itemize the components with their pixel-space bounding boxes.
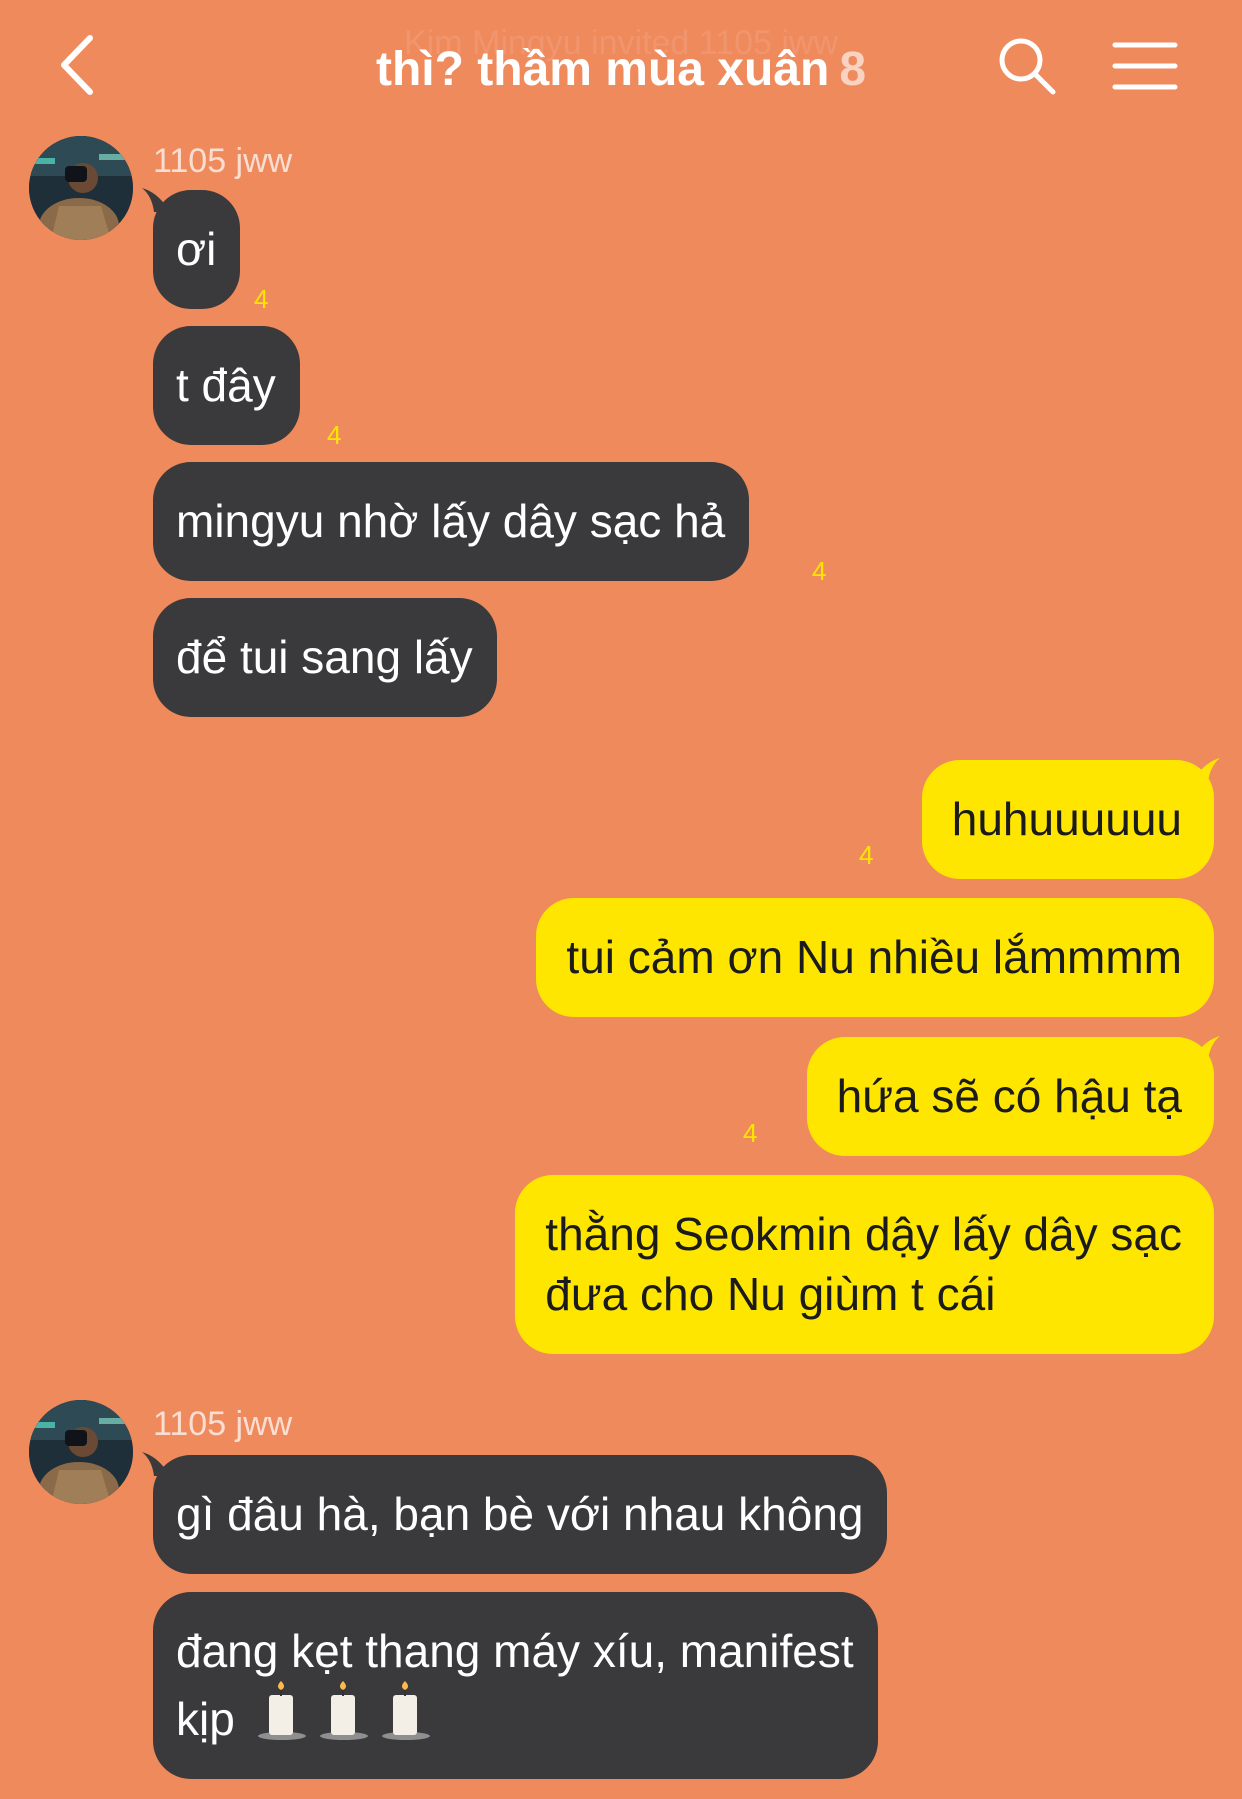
chat-room-name: thì? thầm mùa xuân: [375, 43, 830, 96]
message-bubble-incoming[interactable]: mingyu nhờ lấy dây sạc hả: [153, 462, 750, 581]
message-text: t đây: [176, 359, 276, 411]
sender-name: 1105 jww: [153, 1405, 293, 1443]
hamburger-menu-icon: [1112, 42, 1178, 90]
message-bubble-incoming[interactable]: gì đâu hà, bạn bè với nhau không: [153, 1455, 888, 1574]
unread-count: 4: [743, 1118, 758, 1148]
menu-button[interactable]: [1112, 40, 1178, 92]
avatar-photo: [29, 136, 133, 240]
message-text-line: thằng Seokmin dậy lấy dây sạc: [545, 1208, 1182, 1260]
unread-count: 4: [859, 840, 874, 870]
message-text: ơi: [176, 223, 217, 275]
message-text: để tui sang lấy: [176, 631, 473, 683]
message-text: tui cảm ơn Nu nhiều lắmmmm: [566, 931, 1182, 983]
message-bubble-outgoing[interactable]: thằng Seokmin dậy lấy dây sạc đưa cho Nu…: [515, 1175, 1214, 1354]
avatar-photo: [29, 1400, 133, 1504]
chat-screen: Kim Mingyu invited 1105 jww thì? thầm mù…: [0, 0, 1242, 1799]
message-text-line: kịp: [176, 1681, 854, 1749]
unread-count: 4: [812, 556, 827, 586]
message-bubble-incoming[interactable]: đang kẹt thang máy xíu, manifest kịp: [153, 1592, 878, 1779]
sender-name: 1105 jww: [153, 142, 293, 180]
unread-count: 4: [327, 420, 342, 450]
message-text: mingyu nhờ lấy dây sạc hả: [176, 495, 726, 547]
search-icon: [999, 38, 1056, 95]
message-bubble-outgoing[interactable]: tui cảm ơn Nu nhiều lắmmmm: [536, 898, 1214, 1017]
message-text-line: đưa cho Nu giùm t cái: [545, 1268, 996, 1320]
message-text: kịp: [176, 1693, 235, 1745]
candle-emoji-icon: [257, 1681, 306, 1740]
message-text: gì đâu hà, bạn bè với nhau không: [176, 1488, 864, 1540]
avatar[interactable]: [29, 1400, 133, 1504]
avatar[interactable]: [29, 136, 133, 240]
message-text: huhuuuuuu: [951, 793, 1182, 845]
message-bubble-outgoing[interactable]: huhuuuuuu: [921, 760, 1214, 879]
candle-emoji-icon: [319, 1681, 368, 1740]
chat-header: Kim Mingyu invited 1105 jww thì? thầm mù…: [0, 0, 1242, 130]
message-text: hứa sẽ có hậu tạ: [836, 1070, 1182, 1122]
message-text-line: đang kẹt thang máy xíu, manifest: [176, 1625, 854, 1677]
candle-emoji-icon: [381, 1681, 430, 1740]
message-bubble-incoming[interactable]: để tui sang lấy: [153, 598, 497, 717]
search-button[interactable]: [995, 34, 1059, 98]
member-count: 8: [839, 43, 867, 96]
message-bubble-incoming[interactable]: ơi: [153, 190, 241, 309]
message-bubble-outgoing[interactable]: hứa sẽ có hậu tạ: [806, 1037, 1214, 1156]
unread-count: 4: [254, 284, 269, 314]
message-bubble-incoming[interactable]: t đây: [153, 326, 300, 445]
